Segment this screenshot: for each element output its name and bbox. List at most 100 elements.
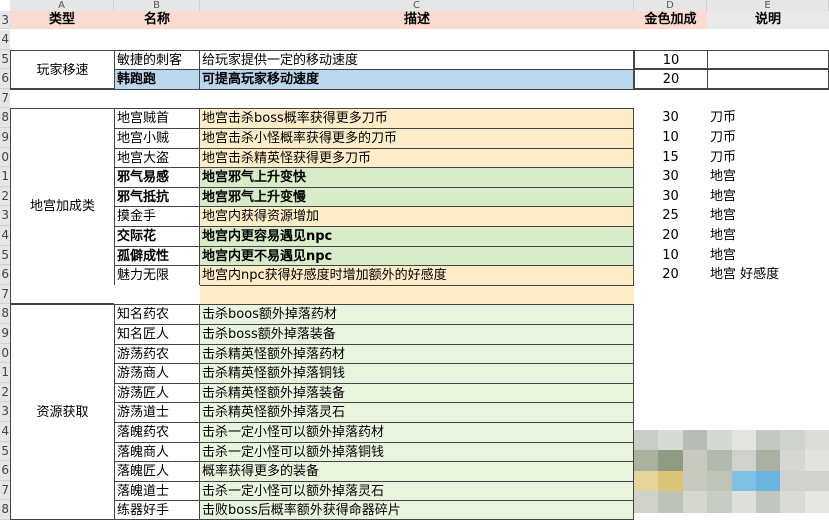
column-header-d[interactable]: D [634, 0, 707, 11]
row-number[interactable]: 3 [0, 402, 10, 422]
item-description[interactable]: 概率获得更多的装备 [200, 461, 634, 481]
column-header-c[interactable]: C [200, 0, 634, 11]
column-header-a[interactable]: A [10, 0, 114, 11]
item-description[interactable]: 地宫邪气上升变慢 [200, 187, 634, 206]
type-resource-gain[interactable]: 资源获取 [10, 304, 114, 520]
column-header-e[interactable]: E [707, 0, 829, 11]
item-name[interactable]: 游荡匠人 [114, 383, 200, 402]
header-gold[interactable]: 金色加成 [634, 11, 707, 29]
item-description[interactable]: 击杀一定小怪可以额外掉落药材 [200, 422, 634, 442]
item-note[interactable]: 地宫 好感度 [707, 265, 829, 285]
item-name[interactable]: 游荡道士 [114, 402, 200, 422]
item-description[interactable]: 击败boss后概率额外获得命器碎片 [200, 500, 634, 520]
header-note[interactable]: 说明 [707, 11, 829, 29]
item-name[interactable]: 敏捷的刺客 [114, 50, 200, 69]
row-number[interactable]: 1 [0, 167, 10, 187]
item-name[interactable]: 邪气易感 [114, 167, 200, 187]
row-number[interactable]: 8 [0, 108, 10, 128]
item-name[interactable]: 落魄匠人 [114, 461, 200, 481]
item-description[interactable]: 击杀精英怪额外掉落灵石 [200, 402, 634, 422]
row-number[interactable]: 5 [0, 50, 10, 69]
item-note[interactable]: 地宫 [707, 206, 829, 226]
item-description[interactable]: 地宫内获得资源增加 [200, 206, 634, 226]
item-name[interactable]: 地宫小贼 [114, 128, 200, 148]
item-name[interactable]: 邪气抵抗 [114, 187, 200, 206]
row-number[interactable]: 4 [0, 226, 10, 246]
item-description[interactable]: 地宫击杀boss概率获得更多刀币 [200, 108, 634, 128]
row-number[interactable]: 3 [0, 11, 10, 29]
item-description[interactable]: 地宫击杀精英怪获得更多刀币 [200, 148, 634, 167]
item-name[interactable]: 交际花 [114, 226, 200, 246]
gold-bonus[interactable]: 30 [634, 167, 707, 187]
item-description[interactable]: 击杀精英怪额外掉落药材 [200, 344, 634, 363]
item-name[interactable]: 知名匠人 [114, 324, 200, 344]
column-header-b[interactable]: B [114, 0, 200, 11]
row-number[interactable]: 3 [0, 206, 10, 226]
item-note[interactable]: 刀币 [707, 128, 829, 148]
gold-bonus[interactable]: 30 [634, 187, 707, 206]
header-name[interactable]: 名称 [114, 11, 200, 29]
item-description[interactable]: 地宫邪气上升变快 [200, 167, 634, 187]
header-desc[interactable]: 描述 [200, 11, 634, 29]
item-description[interactable]: 地宫内更容易遇见npc [200, 226, 634, 246]
item-name[interactable]: 练器好手 [114, 500, 200, 520]
row-number[interactable]: 0 [0, 344, 10, 363]
row-number[interactable]: 9 [0, 324, 10, 344]
item-description[interactable]: 给玩家提供一定的移动速度 [200, 50, 634, 69]
item-note[interactable]: 地宫 [707, 246, 829, 265]
row-number[interactable]: 4 [0, 30, 10, 50]
item-description[interactable]: 可提高玩家移动速度 [200, 69, 634, 89]
item-note[interactable] [707, 50, 829, 69]
item-name[interactable]: 地宫贼首 [114, 108, 200, 128]
item-note[interactable]: 刀币 [707, 108, 829, 128]
item-description[interactable]: 地宫击杀小怪概率获得更多的刀币 [200, 128, 634, 148]
item-description[interactable]: 地宫内npc获得好感度时增加额外的好感度 [200, 265, 634, 285]
item-name[interactable]: 游荡药农 [114, 344, 200, 363]
item-name[interactable]: 知名药农 [114, 304, 200, 324]
row-number[interactable]: 1 [0, 363, 10, 383]
row-number[interactable]: 7 [0, 89, 10, 108]
row-number[interactable]: 8 [0, 500, 10, 520]
row-number[interactable]: 7 [0, 481, 10, 500]
item-description[interactable]: 地宫内更不易遇见npc [200, 246, 634, 265]
header-type[interactable]: 类型 [10, 11, 114, 29]
item-note[interactable]: 地宫 [707, 226, 829, 246]
item-description[interactable]: 击杀精英怪额外掉落装备 [200, 383, 634, 402]
type-dungeon-bonus[interactable]: 地宫加成类 [10, 108, 114, 304]
item-name[interactable]: 地宫大盗 [114, 148, 200, 167]
gold-bonus[interactable]: 20 [634, 265, 707, 285]
item-note[interactable] [707, 69, 829, 89]
row-number[interactable]: 7 [0, 285, 10, 304]
gold-bonus[interactable]: 10 [634, 246, 707, 265]
item-name[interactable]: 韩跑跑 [114, 69, 200, 89]
gold-bonus[interactable]: 20 [634, 69, 707, 89]
gold-bonus[interactable]: 10 [634, 50, 707, 69]
item-note[interactable]: 刀币 [707, 148, 829, 167]
row-number[interactable]: 2 [0, 383, 10, 402]
item-name[interactable]: 落魄商人 [114, 442, 200, 461]
item-description[interactable]: 击杀一定小怪可以额外掉落灵石 [200, 481, 634, 500]
item-name[interactable]: 孤僻成性 [114, 246, 200, 265]
gold-bonus[interactable]: 25 [634, 206, 707, 226]
item-name[interactable]: 落魄药农 [114, 422, 200, 442]
item-description[interactable]: 击杀精英怪额外掉落铜钱 [200, 363, 634, 383]
row-number[interactable]: 6 [0, 461, 10, 481]
row-number[interactable]: 6 [0, 265, 10, 285]
item-name[interactable]: 游荡商人 [114, 363, 200, 383]
row-number[interactable]: 9 [0, 128, 10, 148]
row-number[interactable]: 6 [0, 69, 10, 89]
item-description[interactable]: 击杀boos额外掉落药材 [200, 304, 634, 324]
item-description[interactable]: 击杀一定小怪可以额外掉落铜钱 [200, 442, 634, 461]
row-number[interactable]: 0 [0, 148, 10, 167]
type-player-speed[interactable]: 玩家移速 [10, 50, 114, 89]
gold-bonus[interactable]: 10 [634, 128, 707, 148]
gold-bonus[interactable]: 15 [634, 148, 707, 167]
item-note[interactable]: 地宫 [707, 167, 829, 187]
item-name[interactable]: 摸金手 [114, 206, 200, 226]
item-name[interactable]: 落魄道士 [114, 481, 200, 500]
row-number[interactable]: 2 [0, 187, 10, 206]
item-description[interactable]: 击杀boss额外掉落装备 [200, 324, 634, 344]
gold-bonus[interactable]: 20 [634, 226, 707, 246]
row-number[interactable]: 8 [0, 304, 10, 324]
gold-bonus[interactable]: 30 [634, 108, 707, 128]
